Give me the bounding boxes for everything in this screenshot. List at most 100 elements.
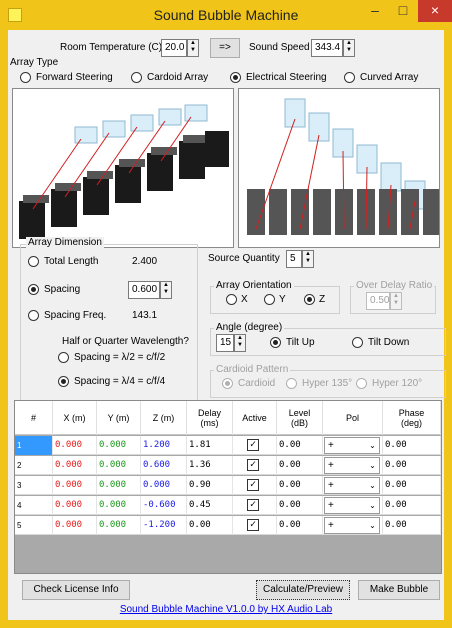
cell-delay[interactable]: 1.81 [187,436,233,455]
source-table[interactable]: # X (m) Y (m) Z (m) Delay (ms) Active Le… [14,400,442,574]
cell-pol[interactable]: + ⌄ [323,456,383,475]
tilt-down-label[interactable]: Tilt Down [368,337,409,348]
up-icon[interactable]: ▲ [346,40,352,46]
cell-z[interactable]: -0.600 [141,496,187,515]
version-link[interactable]: Sound Bubble Machine V1.0.0 by HX Audio … [8,604,444,615]
room-temperature-input[interactable]: 20.0 [161,39,187,57]
cell-x[interactable]: 0.000 [53,516,97,535]
tilt-down-radio[interactable] [352,337,363,348]
cell-z[interactable]: 0.600 [141,456,187,475]
chevron-down-icon[interactable]: ⌄ [366,498,379,513]
table-row[interactable]: 4 0.000 0.000 -0.600 0.45 ✓ 0.00 + ⌄ 0.00 [15,496,441,515]
cardoid-array-label[interactable]: Cardoid Array [147,72,208,83]
check-license-button[interactable]: Check License Info [22,580,130,600]
cell-z[interactable]: 0.000 [141,476,187,495]
up-icon[interactable]: ▲ [190,40,196,46]
cell-phase[interactable]: 0.00 [383,516,441,535]
polarity-select[interactable]: + ⌄ [324,477,380,494]
cell-y[interactable]: 0.000 [97,436,141,455]
cell-num[interactable]: 3 [15,476,53,495]
table-row[interactable]: 3 0.000 0.000 0.000 0.90 ✓ 0.00 + ⌄ 0.00 [15,476,441,495]
sound-speed-spinner[interactable]: ▲ ▼ [343,39,355,57]
cell-y[interactable]: 0.000 [97,476,141,495]
cell-level[interactable]: 0.00 [277,476,323,495]
cell-x[interactable]: 0.000 [53,436,97,455]
spacing-spinner[interactable]: ▲ ▼ [160,281,172,299]
chevron-down-icon[interactable]: ⌄ [366,478,379,493]
active-checkbox[interactable]: ✓ [247,499,259,511]
forward-steering-radio[interactable] [20,72,31,83]
cell-z[interactable]: -1.200 [141,516,187,535]
cell-y[interactable]: 0.000 [97,516,141,535]
cell-delay[interactable]: 0.45 [187,496,233,515]
spacing-freq-radio[interactable] [28,310,39,321]
cell-level[interactable]: 0.00 [277,456,323,475]
orientation-x-label[interactable]: X [241,294,248,305]
cell-pol[interactable]: + ⌄ [323,516,383,535]
down-icon[interactable]: ▼ [163,289,169,295]
polarity-select[interactable]: + ⌄ [324,457,380,474]
angle-input[interactable]: 15 [216,334,234,352]
cell-x[interactable]: 0.000 [53,496,97,515]
half-wavelength-label[interactable]: Spacing = λ/2 = c/f/2 [74,352,165,363]
chevron-down-icon[interactable]: ⌄ [366,458,379,473]
up-icon[interactable]: ▲ [305,251,311,257]
active-checkbox[interactable]: ✓ [247,519,259,531]
table-row[interactable]: 1 0.000 0.000 1.200 1.81 ✓ 0.00 + ⌄ 0.00 [15,436,441,455]
cell-level[interactable]: 0.00 [277,496,323,515]
title-bar[interactable]: Sound Bubble Machine – □ × [0,0,452,30]
cell-level[interactable]: 0.00 [277,516,323,535]
source-quantity-spinner[interactable]: ▲ ▼ [302,250,314,268]
down-icon[interactable]: ▼ [190,47,196,53]
table-row[interactable]: 5 0.000 0.000 -1.200 0.00 ✓ 0.00 + ⌄ 0.00 [15,516,441,535]
tilt-up-label[interactable]: Tilt Up [286,337,315,348]
orientation-y-radio[interactable] [264,294,275,305]
cell-num[interactable]: 2 [15,456,53,475]
cell-num[interactable]: 5 [15,516,53,535]
spacing-input[interactable]: 0.600 [128,281,160,299]
cell-phase[interactable]: 0.00 [383,456,441,475]
active-checkbox[interactable]: ✓ [247,479,259,491]
polarity-select[interactable]: + ⌄ [324,497,380,514]
spacing-radio[interactable] [28,284,39,295]
spacing-label[interactable]: Spacing [44,284,80,295]
cell-active[interactable]: ✓ [233,496,277,515]
cell-x[interactable]: 0.000 [53,476,97,495]
cell-active[interactable]: ✓ [233,436,277,455]
total-length-label[interactable]: Total Length [44,256,99,267]
quarter-wavelength-radio[interactable] [58,376,69,387]
source-quantity-input[interactable]: 5 [286,250,302,268]
cell-phase[interactable]: 0.00 [383,436,441,455]
cell-delay[interactable]: 0.90 [187,476,233,495]
cell-active[interactable]: ✓ [233,456,277,475]
cell-delay[interactable]: 1.36 [187,456,233,475]
cell-num[interactable]: 1 [15,436,53,455]
cell-z[interactable]: 1.200 [141,436,187,455]
down-icon[interactable]: ▼ [305,258,311,264]
room-temperature-spinner[interactable]: ▲ ▼ [187,39,199,57]
orientation-x-radio[interactable] [226,294,237,305]
table-row[interactable]: 2 0.000 0.000 0.600 1.36 ✓ 0.00 + ⌄ 0.00 [15,456,441,475]
cell-active[interactable]: ✓ [233,476,277,495]
cell-phase[interactable]: 0.00 [383,476,441,495]
chevron-down-icon[interactable]: ⌄ [366,438,379,453]
down-icon[interactable]: ▼ [237,342,243,348]
polarity-select[interactable]: + ⌄ [324,517,380,534]
up-icon[interactable]: ▲ [163,282,169,288]
cell-y[interactable]: 0.000 [97,456,141,475]
cell-delay[interactable]: 0.00 [187,516,233,535]
cell-pol[interactable]: + ⌄ [323,436,383,455]
total-length-radio[interactable] [28,256,39,267]
orientation-y-label[interactable]: Y [279,294,286,305]
orientation-z-radio[interactable] [304,294,315,305]
active-checkbox[interactable]: ✓ [247,439,259,451]
chevron-down-icon[interactable]: ⌄ [366,518,379,533]
orientation-z-label[interactable]: Z [319,294,325,305]
convert-button[interactable]: => [210,38,240,58]
spacing-freq-label[interactable]: Spacing Freq. [44,310,106,321]
make-bubble-button[interactable]: Make Bubble [358,580,440,600]
close-icon[interactable]: × [418,0,452,22]
quarter-wavelength-label[interactable]: Spacing = λ/4 = c/f/4 [74,376,165,387]
angle-spinner[interactable]: ▲ ▼ [234,334,246,352]
cardoid-array-radio[interactable] [131,72,142,83]
